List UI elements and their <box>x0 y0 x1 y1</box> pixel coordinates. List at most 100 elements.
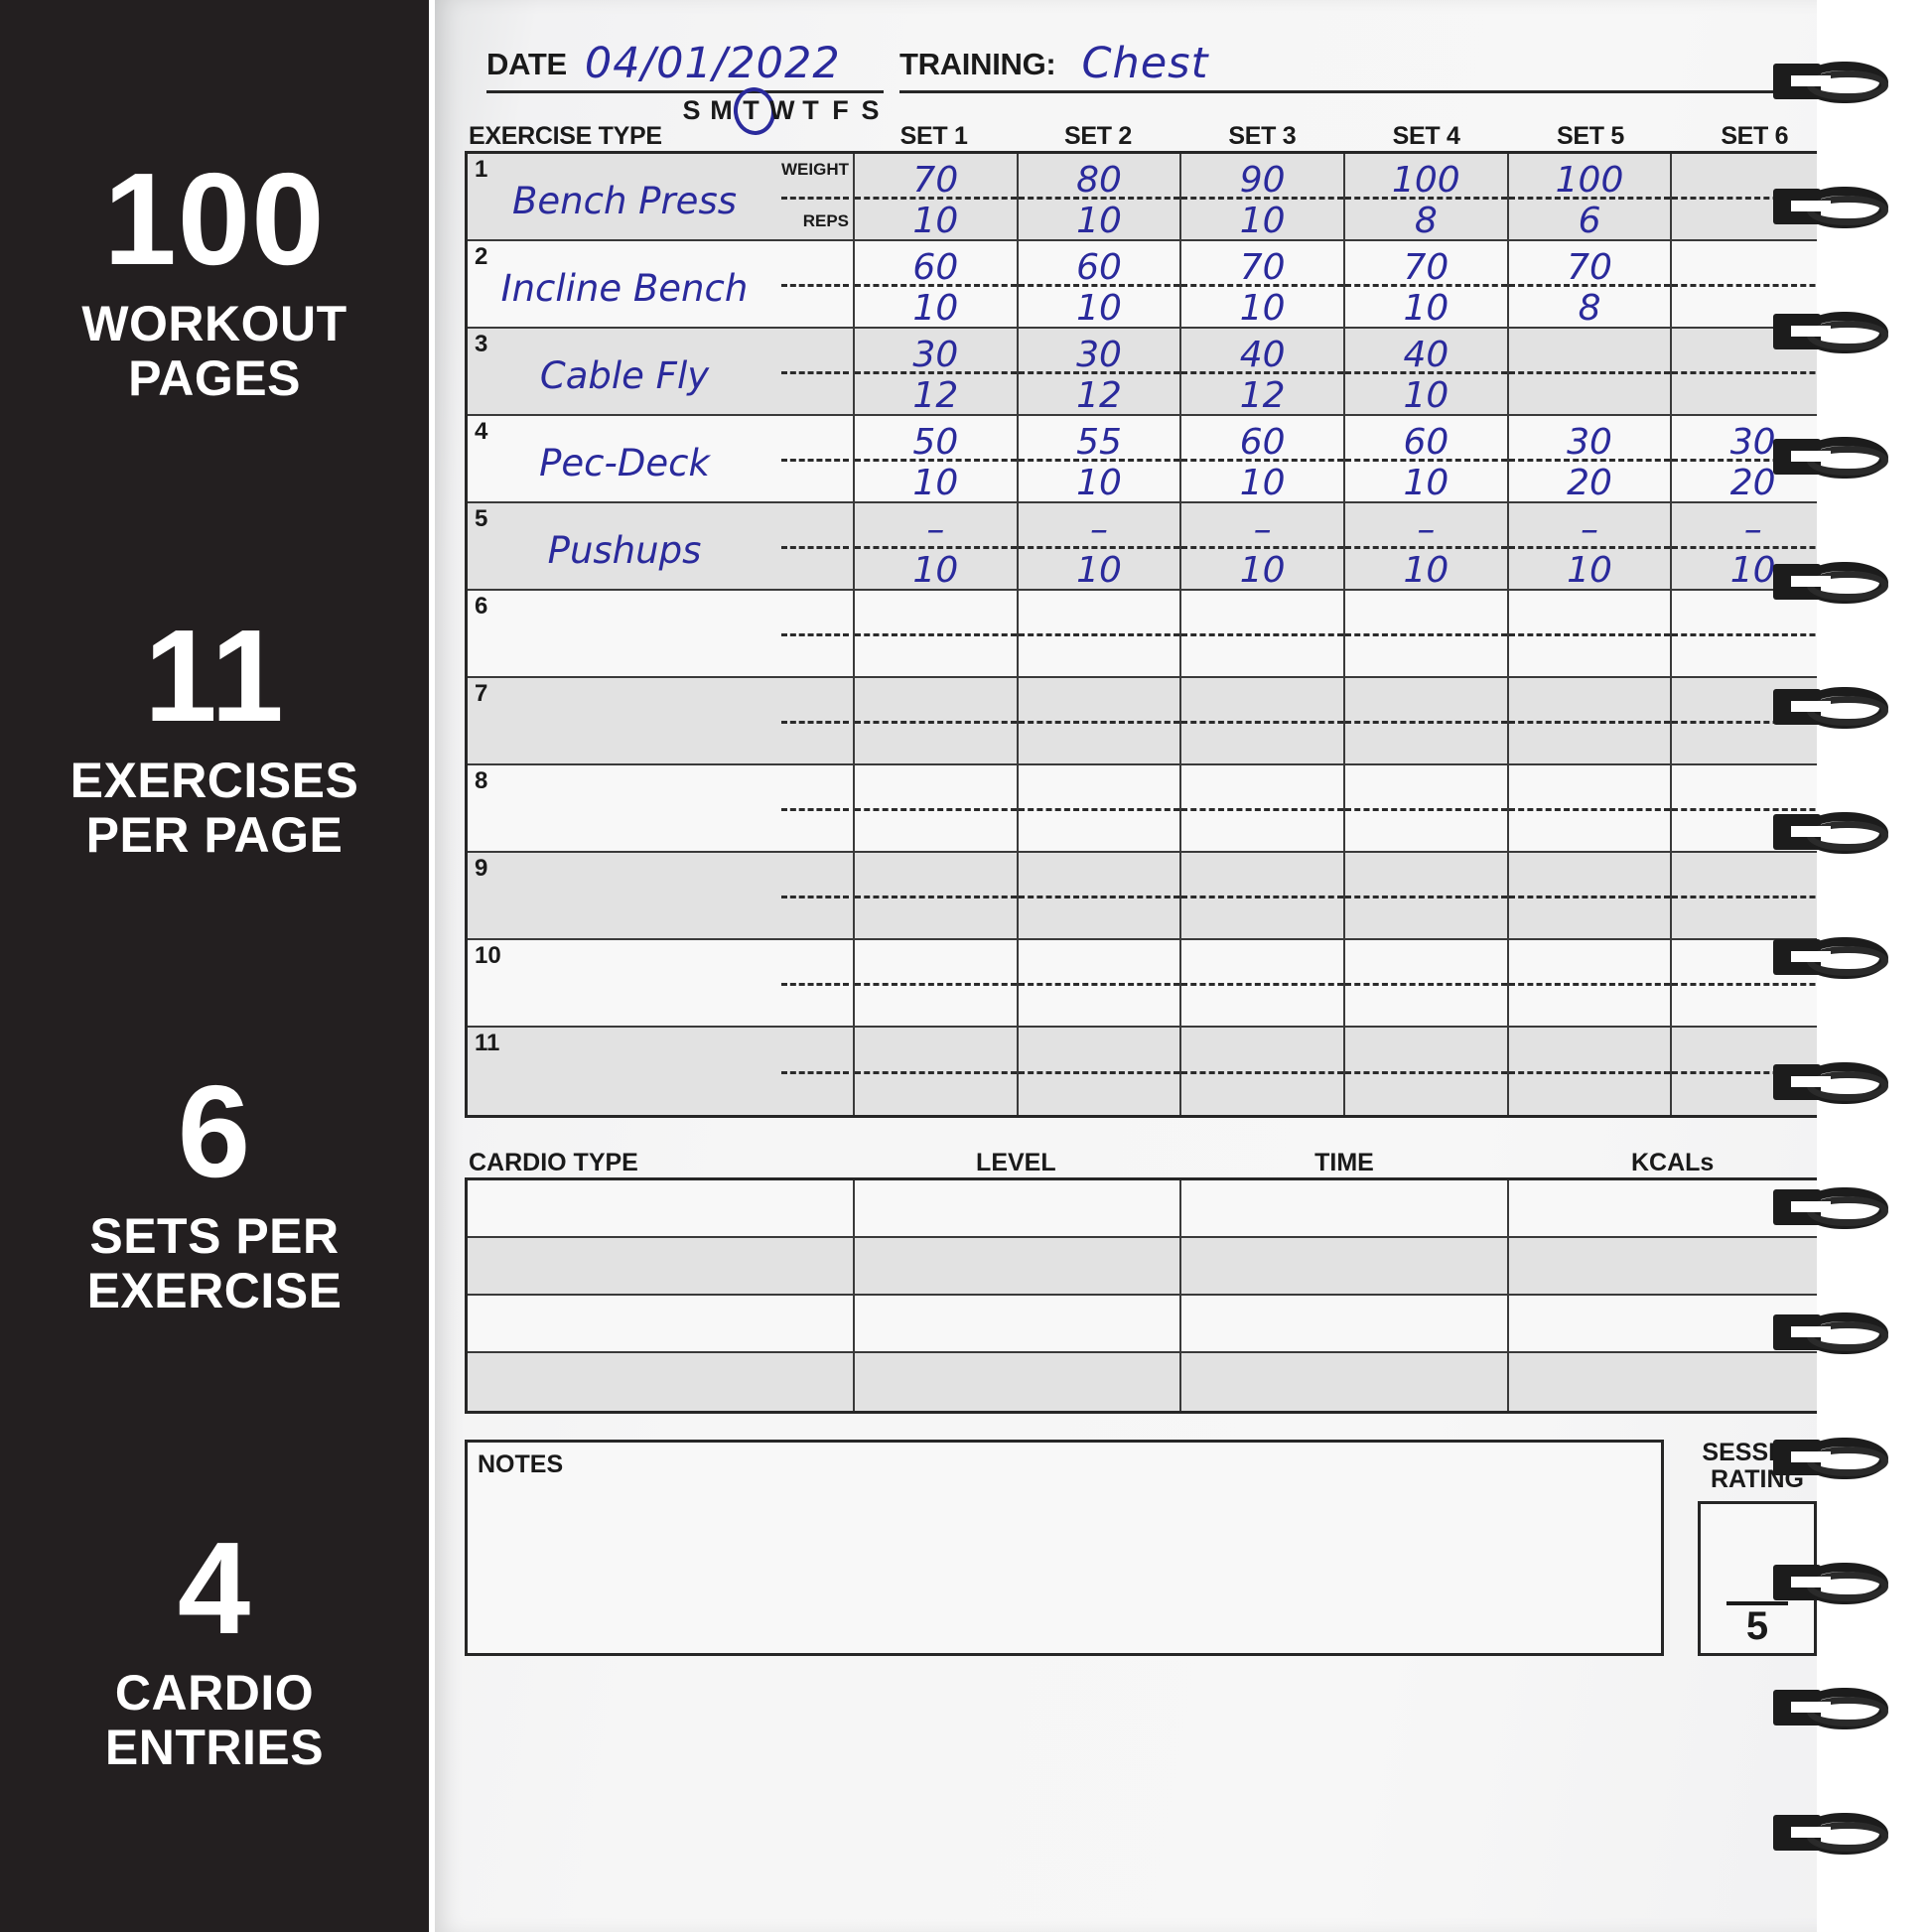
reps-value[interactable]: 10 <box>855 201 1017 243</box>
weekday-1[interactable]: M <box>710 95 733 126</box>
reps-value[interactable] <box>855 635 1017 676</box>
weight-value[interactable] <box>1019 678 1180 723</box>
exercise-name-cell[interactable]: 1 Bench Press WEIGHT REPS <box>468 154 855 239</box>
set-cell[interactable] <box>1181 765 1346 851</box>
notes-box[interactable]: NOTES <box>465 1440 1664 1656</box>
set-cell[interactable]: 90 10 <box>1181 154 1346 241</box>
exercise-name-cell[interactable]: 4 Pec-Deck <box>468 416 855 501</box>
weight-value[interactable] <box>1181 1028 1343 1073</box>
exercise-name-cell[interactable]: 7 <box>468 678 855 763</box>
cardio-cell-kcals[interactable] <box>1509 1238 1834 1294</box>
weight-value[interactable]: 70 <box>1181 241 1343 288</box>
weight-value[interactable] <box>855 591 1017 635</box>
reps-value[interactable]: 10 <box>855 463 1017 505</box>
weight-value[interactable] <box>855 853 1017 897</box>
exercise-name-cell[interactable]: 9 <box>468 853 855 938</box>
reps-value[interactable]: 10 <box>1019 463 1180 505</box>
set-cell[interactable]: 30 12 <box>1018 329 1182 416</box>
cardio-cell-type[interactable] <box>468 1238 855 1294</box>
reps-value[interactable] <box>1345 810 1507 851</box>
reps-value[interactable] <box>1345 985 1507 1026</box>
set-cell[interactable]: 70 10 <box>1181 241 1346 329</box>
set-cell[interactable]: 40 10 <box>1345 329 1509 416</box>
weekday-0[interactable]: S <box>680 95 703 126</box>
set-cell[interactable]: –10 <box>1345 503 1509 591</box>
reps-value[interactable] <box>1509 1073 1671 1115</box>
set-cell[interactable] <box>1018 940 1182 1026</box>
cardio-cell-type[interactable] <box>468 1180 855 1236</box>
cardio-cell-level[interactable] <box>855 1353 1182 1411</box>
weight-value[interactable]: – <box>1019 503 1180 550</box>
weight-value[interactable]: 70 <box>1509 241 1671 288</box>
cardio-cell-type[interactable] <box>468 1296 855 1351</box>
set-cell[interactable] <box>1508 678 1673 763</box>
weight-value[interactable]: 90 <box>1181 154 1343 201</box>
weekday-3[interactable]: W <box>769 95 794 126</box>
reps-value[interactable] <box>1019 897 1180 938</box>
set-cell[interactable] <box>1181 1028 1346 1115</box>
set-cell[interactable]: –10 <box>1508 503 1673 591</box>
weight-value[interactable] <box>1019 853 1180 897</box>
set-cell[interactable]: 70 10 <box>855 154 1019 241</box>
set-cell[interactable] <box>1508 329 1673 414</box>
weight-value[interactable]: 60 <box>855 241 1017 288</box>
cardio-cell-level[interactable] <box>855 1180 1182 1236</box>
weight-value[interactable]: 60 <box>1181 416 1343 463</box>
reps-value[interactable] <box>855 897 1017 938</box>
set-cell[interactable]: 100 6 <box>1508 154 1673 241</box>
reps-value[interactable] <box>855 723 1017 763</box>
cardio-cell-level[interactable] <box>855 1238 1182 1294</box>
reps-value[interactable]: 10 <box>1509 550 1671 593</box>
reps-value[interactable]: 10 <box>1181 463 1343 505</box>
reps-value[interactable]: 12 <box>1181 375 1343 418</box>
set-cell[interactable]: 30 12 <box>855 329 1019 416</box>
reps-value[interactable]: 10 <box>1181 288 1343 331</box>
weight-value[interactable]: 70 <box>1345 241 1507 288</box>
reps-value[interactable] <box>1345 1073 1507 1115</box>
reps-value[interactable] <box>1509 373 1671 414</box>
cardio-cell-type[interactable] <box>468 1353 855 1411</box>
weight-value[interactable] <box>1345 591 1507 635</box>
weight-value[interactable] <box>1672 853 1834 897</box>
weight-value[interactable]: 50 <box>855 416 1017 463</box>
set-cell[interactable]: –10 <box>1018 503 1182 591</box>
weight-value[interactable]: 30 <box>855 329 1017 375</box>
reps-value[interactable]: 10 <box>1345 288 1507 331</box>
reps-value[interactable]: 12 <box>1019 375 1180 418</box>
reps-value[interactable] <box>1672 985 1834 1026</box>
reps-value[interactable] <box>855 985 1017 1026</box>
weight-value[interactable]: 100 <box>1509 154 1671 201</box>
reps-value[interactable] <box>1509 635 1671 676</box>
weight-value[interactable]: – <box>1672 503 1834 550</box>
reps-value[interactable] <box>1019 1073 1180 1115</box>
weekday-6[interactable]: S <box>859 95 882 126</box>
exercise-name-cell[interactable]: 8 <box>468 765 855 851</box>
weight-value[interactable]: 55 <box>1019 416 1180 463</box>
set-cell[interactable] <box>1345 1028 1509 1115</box>
set-cell[interactable] <box>1345 765 1509 851</box>
weekday-4[interactable]: T <box>799 95 822 126</box>
set-cell[interactable] <box>855 591 1019 676</box>
set-cell[interactable] <box>1018 765 1182 851</box>
reps-value[interactable]: 10 <box>1345 550 1507 593</box>
set-cell[interactable]: 60 10 <box>1018 241 1182 329</box>
set-cell[interactable] <box>1181 940 1346 1026</box>
set-cell[interactable] <box>855 940 1019 1026</box>
reps-value[interactable] <box>1509 723 1671 763</box>
cardio-cell-time[interactable] <box>1181 1353 1509 1411</box>
weight-value[interactable]: – <box>1181 503 1343 550</box>
weight-value[interactable] <box>1019 591 1180 635</box>
set-cell[interactable]: 50 10 <box>855 416 1019 503</box>
reps-value[interactable] <box>1019 723 1180 763</box>
set-cell[interactable] <box>1018 678 1182 763</box>
reps-value[interactable] <box>1019 985 1180 1026</box>
set-cell[interactable] <box>1181 853 1346 938</box>
reps-value[interactable] <box>1509 985 1671 1026</box>
set-cell[interactable] <box>1181 678 1346 763</box>
cardio-cell-level[interactable] <box>855 1296 1182 1351</box>
reps-value[interactable]: 10 <box>1181 201 1343 243</box>
weight-value[interactable] <box>855 678 1017 723</box>
weight-value[interactable] <box>1509 678 1671 723</box>
reps-value[interactable]: 10 <box>855 288 1017 331</box>
reps-value[interactable] <box>1181 723 1343 763</box>
